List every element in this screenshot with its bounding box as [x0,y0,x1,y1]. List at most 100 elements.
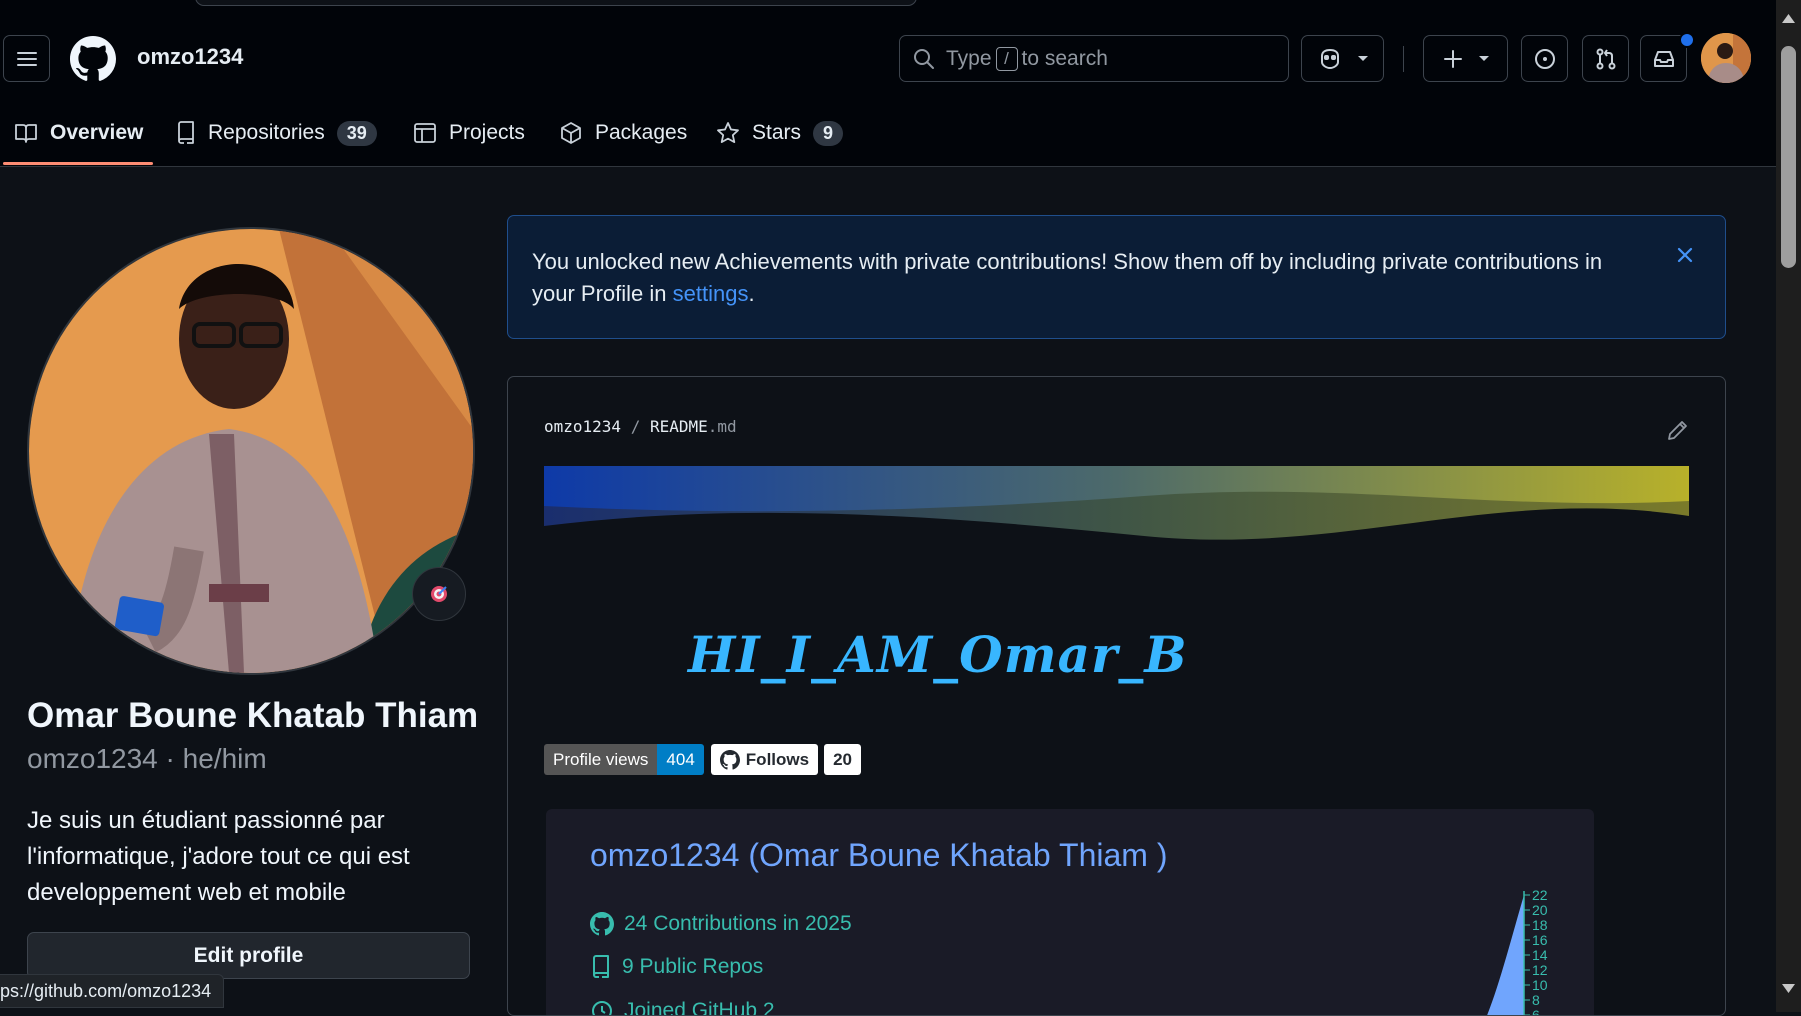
follows-label-box: Follows [710,744,819,775]
inbox-icon [1653,50,1674,67]
scroll-up-arrow-icon[interactable] [1782,14,1795,23]
profile-views-badge[interactable]: Profile views 404 [544,744,704,775]
tab-overview[interactable]: Overview [14,115,143,151]
profile-readme: omzo1234 / README.md HI_I_AM_Omar_B Prof… [507,376,1726,1016]
tab-label: Repositories [208,121,325,144]
user-avatar-small[interactable] [1701,33,1751,83]
follows-count: 20 [824,744,861,775]
search-placeholder: Type / to search [946,47,1108,72]
edit-readme-button[interactable] [1665,417,1691,443]
active-tab-indicator [3,162,153,165]
chart-area [1487,895,1524,1015]
chevron-down-icon [1478,55,1489,61]
tab-packages[interactable]: Packages [559,115,687,151]
tab-projects[interactable]: Projects [413,115,525,151]
slash-key-hint: / [995,47,1018,72]
views-label: Profile views [544,744,658,775]
edit-profile-button[interactable]: Edit profile [27,932,470,979]
create-new-button[interactable] [1423,35,1508,82]
status-button[interactable] [412,567,466,621]
stats-title: omzo1234 (Omar Boune Khatab Thiam ) [590,837,1168,873]
readme-badges: Profile views 404 Follows 20 [544,744,861,775]
page-scrollbar[interactable] [1776,0,1801,1012]
github-logo[interactable] [70,36,116,82]
chart-tick-label: 22 [1532,887,1548,903]
github-mark-icon [590,912,614,936]
repo-icon [178,121,194,144]
scroll-thumb[interactable] [1781,46,1796,268]
book-icon [15,124,37,143]
readme-path: omzo1234 / README.md [544,417,737,436]
star-icon [717,122,739,143]
follows-label: Follows [745,749,810,769]
pull-requests-button[interactable] [1582,35,1629,82]
pencil-icon [1668,421,1687,440]
menu-button[interactable] [3,35,50,82]
profile-photo [29,229,473,673]
public-repos-text: 9 Public Repos [622,955,764,978]
scroll-down-arrow-icon[interactable] [1782,984,1795,993]
issues-button[interactable] [1521,35,1568,82]
notification-dot [1679,32,1695,48]
github-stats-card: omzo1234 (Omar Boune Khatab Thiam ) 24 C… [546,809,1594,1015]
profile-full-name: Omar Boune Khatab Thiam [27,696,479,735]
chart-tick-label: 8 [1532,992,1540,1008]
tab-label: Projects [449,121,525,144]
chevron-down-icon [1357,55,1368,61]
chart-tick-label: 12 [1532,962,1548,978]
tab-label: Overview [50,121,144,144]
plus-icon [1443,49,1462,68]
repositories-count: 39 [336,120,377,146]
target-emoji-icon [431,586,447,602]
profile-pronouns: he/him [182,743,267,774]
package-icon [561,122,581,144]
follows-badge[interactable]: Follows 20 [710,744,861,775]
link-status-bar: https://github.com/omzo1234 [0,974,225,1008]
readme-owner-link[interactable]: omzo1234 [544,417,621,436]
app-header: omzo1234 Type / to search Overview Repos… [0,0,1776,167]
contributions-text: 24 Contributions in 2025 [624,912,852,935]
chart-tick-label: 20 [1532,902,1548,918]
tab-repositories[interactable]: Repositories 39 [176,115,377,151]
repo-icon [593,955,609,978]
search-icon [914,49,934,69]
achievements-notice: You unlocked new Achievements with priva… [507,215,1726,339]
notice-message: You unlocked new Achievements with priva… [532,249,1603,306]
readme-greeting: HI_I_AM_Omar_B [688,625,1188,684]
header-divider [1403,46,1404,72]
profile-login: omzo1234 [27,743,158,774]
readme-wave-banner [544,466,1689,556]
views-count: 404 [657,744,704,775]
table-icon [414,123,436,143]
clock-icon [592,1001,612,1015]
settings-link[interactable]: settings [673,281,749,306]
readme-file-link[interactable]: README [650,417,708,436]
tab-label: Stars [752,121,802,144]
profile-avatar[interactable] [27,227,475,675]
copilot-icon [1320,48,1339,69]
search-input[interactable]: Type / to search [899,35,1289,82]
status-url-text: https://github.com/omzo1234 [0,981,212,1001]
github-mark-icon [719,749,740,770]
browser-tab-strip [195,0,917,6]
issue-opened-icon [1534,48,1555,69]
tab-label: Packages [595,121,688,144]
profile-bio: Je suis un étudiant passionné par l'info… [27,807,410,906]
copilot-button[interactable] [1301,35,1384,82]
stars-count: 9 [813,120,844,146]
git-pull-request-icon [1596,48,1615,69]
tab-stars[interactable]: Stars 9 [716,115,844,151]
stat-contributions: 24 Contributions in 2025 [590,912,852,936]
github-mark-icon [70,36,116,81]
dismiss-notice-button[interactable] [1670,240,1700,270]
chart-tick-label: 14 [1532,947,1548,963]
header-username[interactable]: omzo1234 [137,44,243,70]
chart-tick-label: 10 [1532,977,1548,993]
chart-tick-label: 18 [1532,917,1548,933]
avatar-photo [1701,33,1751,83]
chart-tick-label: 16 [1532,932,1548,948]
hamburger-icon [16,51,37,66]
stat-public-repos: 9 Public Repos [590,955,763,979]
close-icon [1677,247,1693,263]
stat-joined: Joined GitHub 2 [590,999,775,1015]
